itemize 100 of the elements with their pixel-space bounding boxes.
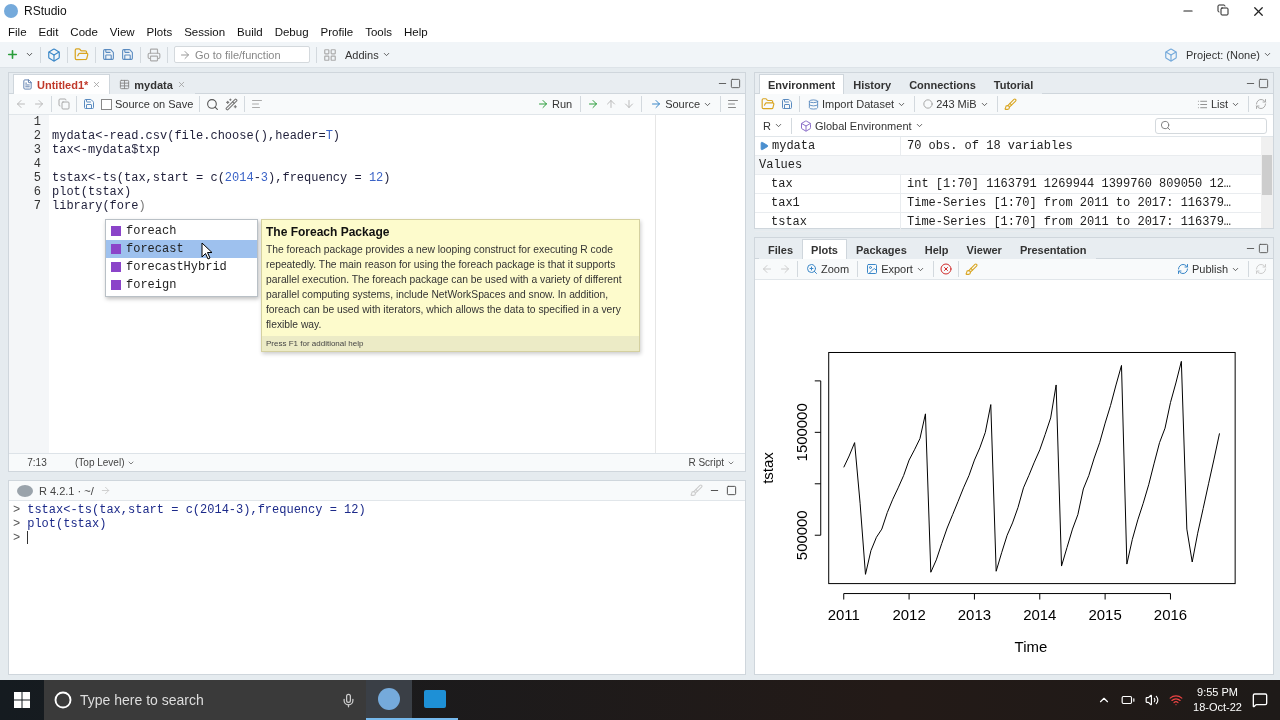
- taskbar-search-field[interactable]: Type here to search: [44, 680, 366, 720]
- pane-tab[interactable]: Plots: [802, 239, 847, 259]
- windows-logo-icon: [14, 692, 30, 708]
- broom-icon[interactable]: [1003, 97, 1017, 111]
- magic-wand-icon[interactable]: [225, 97, 239, 111]
- save-all-icon[interactable]: [121, 48, 134, 61]
- variable-value: Time-Series [1:70] from 2011 to 2017: 116379…: [906, 215, 1233, 229]
- x-tick-label: 2015: [1088, 606, 1122, 624]
- completion-item[interactable]: foreign: [106, 276, 257, 294]
- go-to-file-field[interactable]: Go to file/function: [174, 46, 310, 63]
- save-icon[interactable]: [83, 98, 95, 110]
- image-icon: [866, 263, 879, 275]
- notification-icon[interactable]: [1252, 692, 1268, 708]
- pane-tab[interactable]: Environment: [759, 74, 845, 94]
- menu-item[interactable]: Help: [404, 26, 428, 38]
- caret-icon: [1263, 50, 1272, 59]
- maximize-pane-icon[interactable]: [726, 485, 737, 496]
- y-tick-label: 500000: [792, 510, 810, 561]
- rstudio-logo-icon: [4, 4, 18, 18]
- language-selector[interactable]: R: [761, 119, 785, 132]
- wifi-icon[interactable]: [1169, 693, 1184, 707]
- completion-item[interactable]: foreach: [106, 222, 257, 240]
- line-number: 1: [32, 115, 42, 129]
- completion-item[interactable]: forecast: [106, 240, 257, 258]
- menu-item[interactable]: Tools: [365, 26, 392, 38]
- environment-selector[interactable]: Global Environment: [797, 119, 926, 132]
- prompt: >: [13, 503, 21, 517]
- menu-item[interactable]: View: [109, 26, 135, 38]
- help-title: The Foreach Package: [265, 224, 391, 241]
- maximize-pane-icon[interactable]: [730, 77, 741, 89]
- line-number: 7: [32, 199, 42, 213]
- completion-item[interactable]: forecastHybrid: [106, 258, 257, 276]
- publish-button[interactable]: Publish: [1174, 263, 1242, 275]
- search-icon: [1160, 120, 1171, 131]
- editor-tab[interactable]: Untitled1*: [13, 74, 111, 94]
- search-field[interactable]: [1155, 117, 1267, 134]
- menu-item[interactable]: Edit: [38, 26, 59, 38]
- volume-icon[interactable]: [1145, 693, 1160, 707]
- close-icon: [176, 80, 186, 89]
- memory-usage-button[interactable]: 243 MiB: [921, 98, 991, 110]
- refresh-icon[interactable]: [1255, 98, 1267, 110]
- grid-layout-icon[interactable]: [323, 47, 337, 62]
- arrow-icon: [179, 48, 191, 61]
- import-dataset-button[interactable]: Import Dataset: [806, 98, 909, 110]
- source-button[interactable]: Source: [648, 98, 714, 110]
- run-button[interactable]: Run: [534, 98, 575, 110]
- menu-item[interactable]: Debug: [274, 26, 309, 38]
- view-mode-button[interactable]: List: [1194, 98, 1242, 110]
- new-file-icon[interactable]: [6, 48, 19, 61]
- taskbar-app-button[interactable]: [366, 680, 412, 720]
- menu-item[interactable]: File: [8, 26, 27, 38]
- source-on-save-checkbox[interactable]: Source on Save: [101, 98, 194, 110]
- y-tick-label: 1500000: [792, 403, 810, 462]
- search-icon[interactable]: [206, 97, 220, 111]
- addins-menu[interactable]: Addins: [343, 48, 393, 61]
- menu-item[interactable]: Build: [237, 26, 263, 38]
- line-number: 2: [32, 129, 42, 143]
- zoom-icon: [806, 263, 818, 275]
- variable-value: Time-Series [1:70] from 2011 to 2017: 116379…: [906, 196, 1233, 210]
- app-logo-icon: [378, 688, 400, 710]
- save-icon[interactable]: [781, 98, 793, 110]
- file-type-selector[interactable]: R Script: [678, 457, 745, 468]
- arrow-icon: [536, 98, 549, 110]
- code-line: plot(tstax): [52, 185, 133, 199]
- lines-icon[interactable]: [251, 98, 264, 110]
- variable-value: int [1:70] 1163791 1269944 1399760 809050 12…: [906, 177, 1233, 191]
- menu-item[interactable]: Code: [70, 26, 98, 38]
- maximize-pane-icon[interactable]: [1258, 77, 1269, 89]
- print-icon[interactable]: [147, 47, 161, 62]
- expand-icon[interactable]: [759, 141, 769, 151]
- scrollbar[interactable]: [1261, 137, 1273, 228]
- menu-item[interactable]: Session: [184, 26, 226, 38]
- project-menu[interactable]: Project: (None): [1184, 48, 1274, 61]
- export-button[interactable]: Export: [864, 263, 927, 275]
- outline-icon[interactable]: [727, 98, 739, 110]
- open-folder-icon[interactable]: [74, 47, 89, 62]
- cube-icon[interactable]: [1164, 47, 1178, 62]
- menu-item[interactable]: Profile: [320, 26, 354, 38]
- arrow-icon: [99, 485, 111, 496]
- zoom-button[interactable]: Zoom: [804, 263, 852, 275]
- open-folder-icon[interactable]: [761, 97, 775, 111]
- cursor-position: 7:13: [26, 457, 48, 468]
- variable-name: tax1: [771, 196, 800, 210]
- file-icon: [22, 79, 33, 90]
- x-axis-title: Time: [1014, 638, 1048, 656]
- restore-icon[interactable]: [1217, 3, 1229, 19]
- section-header: Values: [755, 156, 1261, 175]
- scope-selector[interactable]: (Top Level): [65, 457, 146, 468]
- menu-item[interactable]: Plots: [146, 26, 173, 38]
- cube-icon: [799, 119, 812, 132]
- table-icon: [119, 79, 131, 90]
- line-number: 6: [32, 185, 42, 199]
- caret-icon[interactable]: [25, 50, 34, 59]
- y-axis-title: tstax: [758, 452, 776, 484]
- broom-icon[interactable]: [964, 262, 978, 276]
- battery-icon[interactable]: [1121, 693, 1136, 707]
- save-icon[interactable]: [102, 48, 115, 61]
- code-line: tax<-mydata$txp: [52, 143, 162, 157]
- clock[interactable]: 9:55 PM 18-Oct-22: [1193, 685, 1242, 715]
- maximize-pane-icon[interactable]: [1258, 242, 1269, 254]
